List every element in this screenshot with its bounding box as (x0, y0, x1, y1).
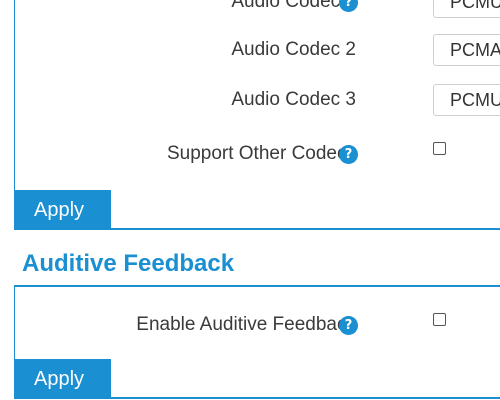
auditive-feedback-panel: Enable Auditive Feedback ? Apply (14, 285, 500, 399)
auditive-feedback-title: Auditive Feedback (22, 250, 235, 277)
audio-codec-1-select[interactable]: PCMU (433, 0, 500, 18)
support-other-codecs-label: Support Other Codecs (166, 143, 356, 164)
support-other-codecs-checkbox[interactable] (433, 142, 446, 155)
help-icon[interactable]: ? (339, 316, 358, 335)
enable-auditive-feedback-row: Enable Auditive Feedback ? (15, 307, 500, 343)
audio-codec-2-select[interactable]: PCMA (433, 34, 500, 66)
apply-button[interactable]: Apply (14, 359, 111, 397)
support-other-codecs-row: Support Other Codecs ? (15, 136, 500, 172)
enable-auditive-feedback-label: Enable Auditive Feedback (136, 314, 356, 335)
audio-codec-3-select[interactable]: PCMU (433, 84, 500, 116)
audio-codec-2-row: Audio Codec 2 PCMA (15, 32, 500, 68)
audio-codec-3-row: Audio Codec 3 PCMU (15, 82, 500, 118)
apply-button[interactable]: Apply (14, 190, 111, 228)
audio-codec-2-label: Audio Codec 2 (231, 39, 356, 60)
enable-auditive-feedback-checkbox[interactable] (433, 313, 446, 326)
help-icon[interactable]: ? (339, 145, 358, 164)
audio-codec-1-label: Audio Codec 1 (231, 0, 356, 12)
audio-codec-1-row: Audio Codec 1 ? PCMU (15, 0, 500, 20)
audio-codec-3-label: Audio Codec 3 (231, 89, 356, 110)
audio-codecs-panel: Audio Codec 1 ? PCMU Audio Codec 2 PCMA … (14, 0, 500, 230)
